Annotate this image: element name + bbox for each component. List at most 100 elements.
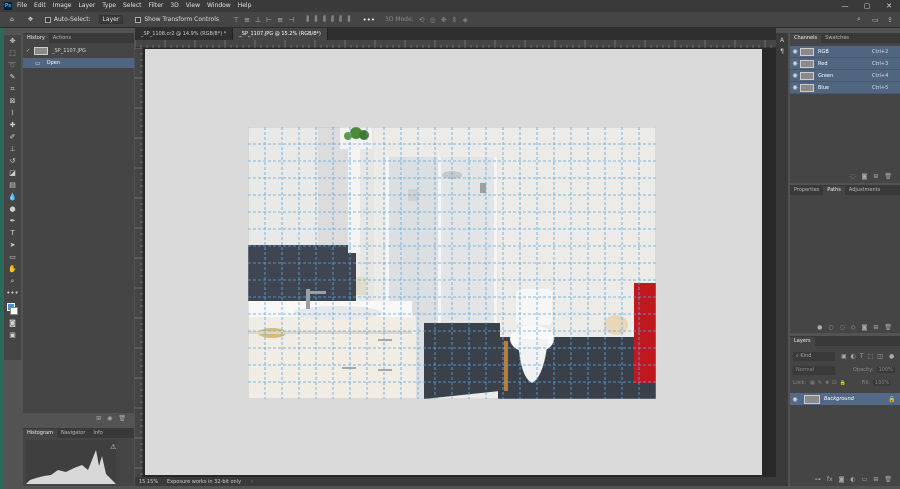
status-menu-icon[interactable]: › (251, 479, 253, 485)
blend-mode-dropdown[interactable]: Normal (793, 365, 835, 375)
trash-icon[interactable]: 🗑 (884, 476, 892, 483)
visibility-eye-icon[interactable]: ◉ (790, 84, 800, 91)
tab-adjustments[interactable]: Adjustments (845, 186, 884, 195)
camera-icon[interactable]: ◉ (107, 415, 112, 422)
visibility-eye-icon[interactable]: ◉ (790, 396, 800, 403)
menu-3d[interactable]: 3D (170, 2, 178, 9)
menu-layer[interactable]: Layer (78, 2, 95, 9)
tab-properties[interactable]: Properties (790, 186, 823, 195)
hand-tool-icon[interactable]: ✋ (4, 263, 21, 275)
menu-type[interactable]: Type (102, 2, 116, 9)
channel-row[interactable]: ◉ Green Ctrl+4 (790, 70, 900, 82)
channel-row[interactable]: ◉ Red Ctrl+3 (790, 58, 900, 70)
more-tools-icon[interactable]: ••• (4, 287, 21, 299)
save-selection-icon[interactable]: ◙ (862, 173, 868, 180)
adjustment-layer-icon[interactable]: ◐ (850, 476, 855, 483)
tab-histogram[interactable]: Histogram (23, 429, 57, 438)
history-brush-tool-icon[interactable]: ↺ (4, 155, 21, 167)
menu-window[interactable]: Window (207, 2, 231, 9)
visibility-eye-icon[interactable]: ◉ (790, 48, 800, 55)
move-tool-icon[interactable]: ✥ (4, 35, 21, 47)
move-tool-icon[interactable]: ✥ (28, 16, 33, 23)
menu-edit[interactable]: Edit (34, 2, 46, 9)
quick-mask-icon[interactable]: ◙ (4, 317, 21, 329)
add-mask-icon[interactable]: ◙ (862, 324, 868, 331)
lasso-tool-icon[interactable]: ➰ (4, 59, 21, 71)
transform-controls-toggle[interactable]: Show Transform Controls (135, 16, 219, 23)
3d-roll-icon[interactable]: ◎ (430, 16, 436, 24)
clone-stamp-tool-icon[interactable]: ⊥ (4, 143, 21, 155)
distribute-icon[interactable]: ⫼ (331, 15, 334, 24)
new-document-icon[interactable]: ⊞ (96, 415, 101, 422)
trash-icon[interactable]: 🗑 (118, 415, 126, 422)
add-mask-icon[interactable]: ◙ (839, 476, 845, 483)
minimize-icon[interactable]: — (834, 0, 856, 11)
filter-adjustment-icon[interactable]: ◐ (851, 353, 856, 360)
marquee-tool-icon[interactable]: ⬚ (4, 47, 21, 59)
fill-value[interactable]: 100% (873, 380, 892, 386)
search-icon[interactable]: ⌕ (857, 15, 861, 24)
snapshot-brush-icon[interactable]: ✓ (26, 48, 34, 54)
opacity-value[interactable]: 100% (876, 367, 895, 373)
type-panel-icon[interactable]: A (776, 37, 788, 44)
brush-tool-icon[interactable]: ✐ (4, 131, 21, 143)
history-item[interactable]: ▭ Open (23, 58, 134, 68)
healing-brush-tool-icon[interactable]: ✚ (4, 119, 21, 131)
channel-row[interactable]: ◉ RGB Ctrl+2 (790, 46, 900, 58)
lock-image-icon[interactable]: ✎ (818, 380, 822, 386)
transform-controls-checkbox[interactable] (135, 16, 142, 23)
gradient-tool-icon[interactable]: ▤ (4, 179, 21, 191)
new-group-icon[interactable]: ▭ (862, 476, 868, 483)
visibility-eye-icon[interactable]: ◉ (790, 60, 800, 67)
filter-type-icon[interactable]: T (860, 353, 864, 360)
align-center-icon[interactable]: ≡ (277, 16, 283, 24)
menu-select[interactable]: Select (123, 2, 142, 9)
make-path-icon[interactable]: ◇ (851, 324, 856, 331)
pen-tool-icon[interactable]: ✒ (4, 215, 21, 227)
filter-pixel-icon[interactable]: ▣ (841, 353, 847, 360)
close-icon[interactable]: ✕ (878, 0, 900, 11)
lock-artboard-icon[interactable]: ⊡ (832, 380, 836, 386)
auto-select-checkbox[interactable] (44, 16, 51, 23)
menu-image[interactable]: Image (53, 2, 72, 9)
menu-file[interactable]: File (17, 2, 27, 9)
stroke-path-icon[interactable]: ○ (828, 324, 833, 331)
tab-swatches[interactable]: Swatches (821, 34, 853, 43)
tab-channels[interactable]: Channels (790, 34, 822, 43)
lock-position-icon[interactable]: ✥ (825, 380, 829, 386)
distribute-icon[interactable]: ⫼ (347, 15, 350, 24)
fill-path-icon[interactable]: ● (817, 324, 822, 331)
align-left-icon[interactable]: ⊢ (266, 16, 272, 24)
doc-tab-1[interactable]: _SP_1108.cr2 @ 14.9% (RGB/8*) * (135, 28, 234, 40)
tab-actions[interactable]: Actions (49, 34, 75, 43)
lock-transparent-icon[interactable]: ▦ (810, 380, 815, 386)
zoom-level[interactable]: 15.15% (139, 479, 163, 485)
frame-tool-icon[interactable]: ⊠ (4, 95, 21, 107)
lock-all-icon[interactable]: 🔒 (839, 380, 845, 386)
screen-mode-icon[interactable]: ▣ (4, 329, 21, 341)
tab-layers[interactable]: Layers (790, 337, 815, 346)
path-selection-tool-icon[interactable]: ➤ (4, 239, 21, 251)
channel-row[interactable]: ◉ Blue Ctrl+5 (790, 82, 900, 94)
dodge-tool-icon[interactable]: ● (4, 203, 21, 215)
distribute-icon[interactable]: ⫼ (339, 15, 342, 24)
tab-navigator[interactable]: Navigator (57, 429, 89, 438)
doc-tab-2[interactable]: _SP_1107.JPG @ 15.2% (RGB/8*) (233, 28, 328, 40)
filter-shape-icon[interactable]: ⬚ (868, 353, 874, 360)
layer-row[interactable]: ◉ Background 🔒 (790, 393, 900, 405)
distribute-icon[interactable]: ⫼ (323, 15, 326, 24)
crop-tool-icon[interactable]: ⌗ (4, 83, 21, 95)
tab-paths[interactable]: Paths (823, 186, 845, 195)
align-bottom-icon[interactable]: ⊥ (255, 16, 261, 24)
paragraph-panel-icon[interactable]: ¶ (776, 48, 788, 55)
eraser-tool-icon[interactable]: ◪ (4, 167, 21, 179)
layer-kind-filter[interactable]: ⌕ Kind (793, 351, 835, 361)
share-icon[interactable]: ⇪ (887, 16, 893, 24)
3d-slide-icon[interactable]: ⇕ (452, 16, 458, 24)
blur-tool-icon[interactable]: 💧 (4, 191, 21, 203)
link-layers-icon[interactable]: ⊶ (815, 476, 821, 483)
home-icon[interactable]: ⌂ (10, 16, 14, 23)
color-swatches-icon[interactable] (4, 299, 21, 317)
distribute-icon[interactable]: ⫼ (314, 15, 317, 24)
auto-select-toggle[interactable]: Auto-Select: (44, 16, 91, 23)
